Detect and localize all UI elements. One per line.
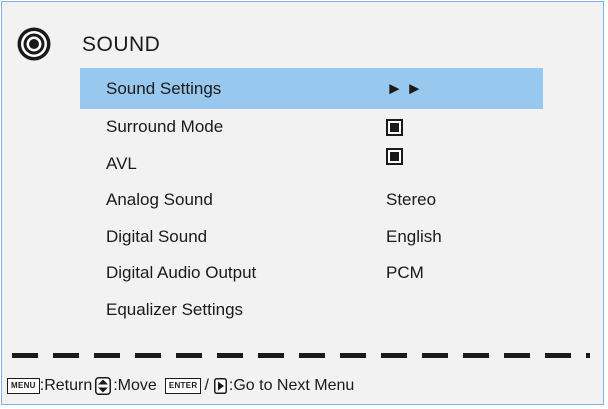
- menu-item-label: Surround Mode: [106, 117, 224, 137]
- menu-item-sound-settings[interactable]: Sound Settings ►►: [80, 68, 543, 109]
- menu-item-analog-sound[interactable]: Analog Sound Stereo: [80, 182, 543, 219]
- menu-item-label: Sound Settings: [106, 78, 222, 98]
- menu-item-equalizer-settings[interactable]: Equalizer Settings: [80, 292, 543, 329]
- next-arrows-icon: ►►: [386, 78, 426, 98]
- menu-item-label: Digital Sound: [106, 226, 208, 246]
- menu-item-label: Equalizer Settings: [106, 299, 244, 319]
- return-hint: :Return: [39, 377, 93, 394]
- menu-item-value: English: [386, 226, 442, 246]
- menu-item-avl[interactable]: AVL: [80, 146, 543, 183]
- sound-menu-panel: SOUND Sound Settings ►► Surround Mode AV…: [1, 1, 604, 405]
- menu-key-icon: MENU: [7, 378, 40, 394]
- up-down-arrow-icon: [95, 377, 112, 395]
- menu-item-digital-audio-output[interactable]: Digital Audio Output PCM: [80, 255, 543, 292]
- enter-key-icon: ENTER: [164, 378, 202, 394]
- footer-help-bar: MENU :Return :Move ENTER / :Go to Next M…: [7, 377, 354, 395]
- surround-mode-checkbox[interactable]: [386, 118, 403, 136]
- menu-item-label: Analog Sound: [106, 190, 213, 210]
- right-arrow-key-icon: [213, 378, 227, 394]
- menu-item-value: PCM: [386, 263, 424, 283]
- speaker-icon: [17, 27, 51, 61]
- menu-item-label: Digital Audio Output: [106, 263, 257, 283]
- avl-checkbox[interactable]: [386, 147, 403, 165]
- slash-separator: /: [204, 377, 209, 394]
- menu-item-surround-mode[interactable]: Surround Mode: [80, 109, 543, 146]
- page-title: SOUND: [82, 33, 161, 56]
- menu-item-value: Stereo: [386, 190, 437, 210]
- move-hint: :Move: [113, 377, 157, 394]
- dashed-divider: [12, 353, 590, 358]
- menu-item-digital-sound[interactable]: Digital Sound English: [80, 219, 543, 256]
- menu-item-label: AVL: [106, 153, 137, 173]
- next-menu-hint: :Go to Next Menu: [228, 377, 355, 394]
- menu-header: [16, 26, 52, 62]
- sound-menu-list: Sound Settings ►► Surround Mode AVL Anal…: [80, 68, 543, 328]
